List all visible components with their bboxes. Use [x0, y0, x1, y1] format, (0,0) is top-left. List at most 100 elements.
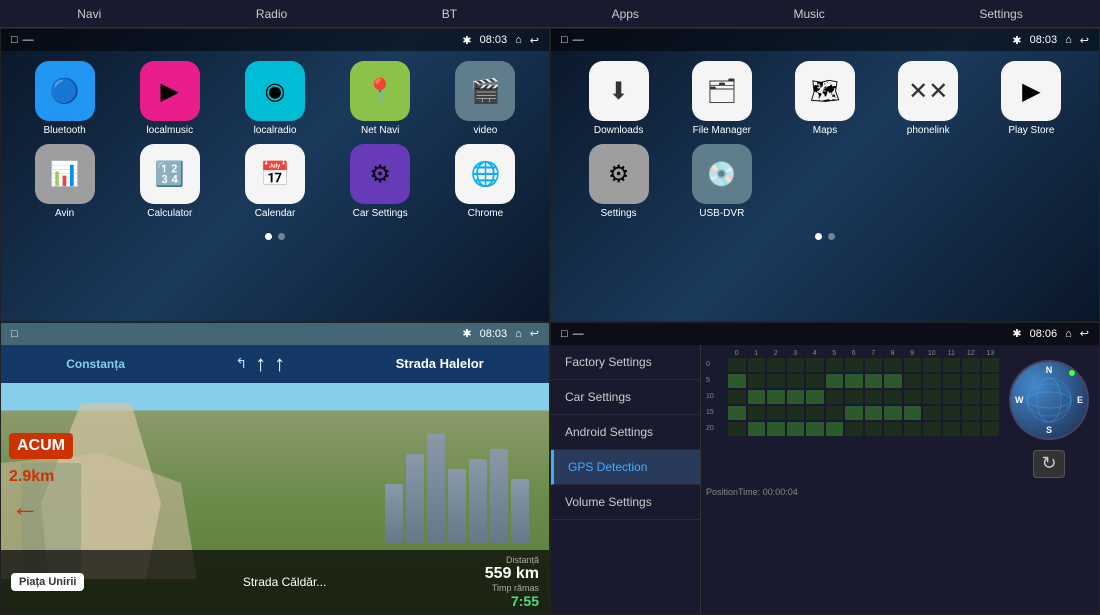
nav-straight-arrow: ↑	[255, 351, 266, 377]
nav-tab-bt[interactable]: BT	[430, 7, 469, 21]
gps-cell-3-9	[904, 406, 922, 420]
time-q3: 08:03	[480, 328, 508, 340]
bluetooth-status-q3: ✱	[462, 327, 471, 340]
app-item-video[interactable]: 🎬video	[437, 61, 534, 136]
gps-cell-1-13	[982, 374, 1000, 388]
app-icon-usbdvr: 💿	[692, 144, 752, 204]
page-indicator-1	[1, 233, 549, 240]
settings-item-factory[interactable]: Factory Settings	[551, 345, 700, 380]
gps-cell-4-6	[845, 422, 863, 436]
app-item-filemanager[interactable]: 🗂File Manager	[674, 61, 769, 136]
nav-tab-apps[interactable]: Apps	[600, 7, 651, 21]
gps-cell-1-11	[943, 374, 961, 388]
gps-cell-2-13	[982, 390, 1000, 404]
gps-cell-4-4	[806, 422, 824, 436]
app-item-phonelink[interactable]: ✕✕phonelink	[881, 61, 976, 136]
gps-cell-1-3	[787, 374, 805, 388]
app-item-settings[interactable]: ⚙ Settings	[571, 144, 666, 219]
bluetooth-status-q1: ✱	[462, 34, 471, 47]
gps-signal-grid: 05101520	[706, 358, 999, 436]
settings-item-gps[interactable]: GPS Detection	[551, 450, 700, 485]
settings-item-car[interactable]: Car Settings	[551, 380, 700, 415]
app-item-carsettings[interactable]: ⚙Car Settings	[332, 144, 429, 219]
gps-cell-1-2	[767, 374, 785, 388]
app-item-usbdvr[interactable]: 💿USB-DVR	[674, 144, 769, 219]
app-item-calendar[interactable]: 📅 Calendar	[226, 144, 323, 219]
app-label-playstore: Play Store	[1008, 125, 1054, 136]
app-icon-carsettings: ⚙	[350, 144, 410, 204]
gps-cell-0-5	[826, 358, 844, 372]
gps-cell-3-0	[728, 406, 746, 420]
app-icon-settings: ⚙	[589, 144, 649, 204]
app-item-avin[interactable]: 📊 Avin	[16, 144, 113, 219]
app-item-localmusic[interactable]: ▶localmusic	[121, 61, 218, 136]
nav-piata-label: Piața Unirii	[11, 573, 84, 591]
gps-compass: N S E W	[1009, 360, 1089, 440]
app-label-calendar: Calendar	[255, 208, 296, 219]
app-icon-calendar: 📅	[245, 144, 305, 204]
gps-cell-3-13	[982, 406, 1000, 420]
app-icon-video: 🎬	[455, 61, 515, 121]
gps-cell-3-2	[767, 406, 785, 420]
signal-icon-q3: ⌂	[515, 328, 522, 340]
app-icon-filemanager: 🗂	[692, 61, 752, 121]
app-item-localradio[interactable]: ◉localradio	[226, 61, 323, 136]
gps-cell-0-11	[943, 358, 961, 372]
bluetooth-status-q2: ✱	[1012, 34, 1021, 47]
gps-refresh-button[interactable]: ↻	[1033, 450, 1065, 478]
gps-cell-1-12	[962, 374, 980, 388]
gps-compass-panel: N S E W ↻	[1004, 350, 1094, 483]
gps-cell-3-3	[787, 406, 805, 420]
gps-cell-4-10	[923, 422, 941, 436]
status-bar-q4: □ — ✱ 08:06 ⌂ ↩	[551, 323, 1099, 345]
signal-icon-q4: ⌂	[1065, 328, 1072, 340]
gps-cell-1-0	[728, 374, 746, 388]
bluetooth-status-q4: ✱	[1012, 327, 1021, 340]
app-item-bluetooth[interactable]: 🔵Bluetooth	[16, 61, 113, 136]
gps-cell-1-10	[923, 374, 941, 388]
app-item-calculator[interactable]: 🔢Calculator	[121, 144, 218, 219]
gps-cell-0-12	[962, 358, 980, 372]
app-item-chrome[interactable]: 🌐Chrome	[437, 144, 534, 219]
settings-item-volume[interactable]: Volume Settings	[551, 485, 700, 520]
gps-cell-4-0	[728, 422, 746, 436]
app-item-maps[interactable]: 🗺Maps	[777, 61, 872, 136]
app-icon-downloads: ⬇	[589, 61, 649, 121]
gps-cell-4-11	[943, 422, 961, 436]
gps-cell-4-5	[826, 422, 844, 436]
back-icon-q2: ↩	[1080, 34, 1089, 47]
gps-cell-2-1	[748, 390, 766, 404]
nav-tab-music[interactable]: Music	[781, 7, 836, 21]
gps-cell-4-3	[787, 422, 805, 436]
nav-tab-settings[interactable]: Settings	[967, 7, 1034, 21]
nav-tab-radio[interactable]: Radio	[244, 7, 299, 21]
app-icon-netnavi: 📍	[350, 61, 410, 121]
gps-cell-1-9	[904, 374, 922, 388]
gps-position-time: PositionTime: 00:00:04	[706, 487, 1094, 497]
status-bar-q2: □ — ✱ 08:03 ⌂ ↩	[551, 29, 1099, 51]
gps-cell-2-11	[943, 390, 961, 404]
app-label-settings: Settings	[601, 208, 637, 219]
settings-item-android[interactable]: Android Settings	[551, 415, 700, 450]
app-item-downloads[interactable]: ⬇Downloads	[571, 61, 666, 136]
gps-cell-2-7	[865, 390, 883, 404]
gps-cell-0-8	[884, 358, 902, 372]
gps-cell-2-0	[728, 390, 746, 404]
gps-cell-2-3	[787, 390, 805, 404]
nav-distance-km: 2.9km	[9, 468, 54, 486]
gps-cell-2-2	[767, 390, 785, 404]
gps-row-0: 0	[706, 358, 999, 372]
app-label-avin: Avin	[55, 208, 74, 219]
app-item-playstore[interactable]: ▶Play Store	[984, 61, 1079, 136]
nav-straight-arrow2: ↑	[274, 351, 285, 377]
nav-street-label: Strada Halelor	[396, 356, 484, 371]
gps-grid-area: 0 1 2 3 4 5 6 7 8 9 10 11 12 13	[706, 350, 999, 483]
nav-tab-navi[interactable]: Navi	[65, 7, 113, 21]
app-item-netnavi[interactable]: 📍Net Navi	[332, 61, 429, 136]
gps-cell-4-2	[767, 422, 785, 436]
gps-cell-4-7	[865, 422, 883, 436]
time-q2: 08:03	[1030, 34, 1058, 46]
navigation-screen: □ ✱ 08:03 ⌂ ↩ Constanța ↰ ↑ ↑ Strada Hal…	[0, 322, 550, 615]
app-icon-avin: 📊	[35, 144, 95, 204]
app-icon-localmusic: ▶	[140, 61, 200, 121]
